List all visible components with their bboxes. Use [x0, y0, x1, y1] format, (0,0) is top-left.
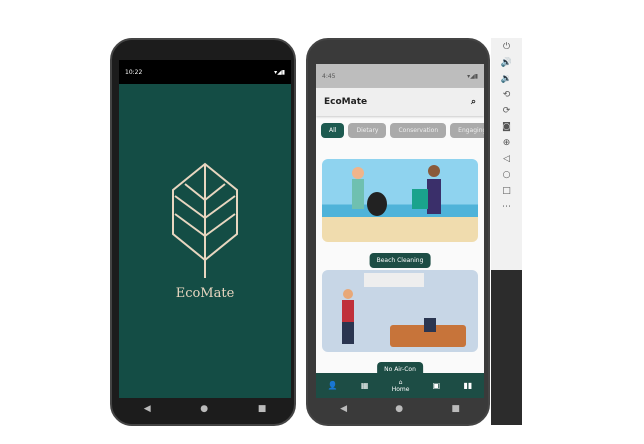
- filter-chips: All Dietary Conservation Engaging: [321, 123, 484, 138]
- power-icon[interactable]: ⏻: [503, 42, 510, 52]
- rotate-right-icon[interactable]: ⟳: [503, 106, 511, 116]
- app-phone: 4:45 ▾◢▮ EcoMate ⌕ All Dietary Conservatio…: [306, 38, 490, 426]
- beach-illustration: [352, 165, 441, 216]
- chip-engaging[interactable]: Engaging: [450, 123, 484, 138]
- camera-icon[interactable]: ◙: [502, 122, 511, 132]
- volume-down-icon[interactable]: 🔉: [501, 74, 512, 84]
- back-icon[interactable]: ◀: [340, 404, 347, 414]
- overview-icon[interactable]: □: [502, 186, 511, 196]
- bottom-nav: 👤 ▦ ⌂ Home ▣ ▮▮: [316, 373, 484, 398]
- system-nav: ◀ ● ■: [119, 398, 291, 420]
- back-icon[interactable]: ◀: [144, 404, 151, 414]
- system-nav: ◀ ● ■: [316, 398, 484, 420]
- no-aircon-image[interactable]: [322, 270, 478, 352]
- grid-icon[interactable]: ▦: [361, 381, 369, 390]
- profile-icon[interactable]: 👤: [328, 381, 338, 390]
- chip-all[interactable]: All: [321, 123, 345, 138]
- chip-conservation[interactable]: Conservation: [390, 123, 447, 138]
- status-bar: 10:22 ▾◢▮: [119, 60, 291, 84]
- search-icon[interactable]: ⌕: [471, 97, 476, 107]
- leaf-logo-icon: [172, 162, 238, 278]
- zoom-icon[interactable]: ⊕: [503, 138, 511, 148]
- chip-dietary[interactable]: Dietary: [348, 123, 387, 138]
- recents-icon[interactable]: ■: [451, 404, 460, 414]
- gallery-icon[interactable]: ▣: [433, 381, 441, 390]
- nav-home[interactable]: ⌂ Home: [392, 379, 410, 393]
- app-title: EcoMate: [324, 97, 368, 107]
- brand-name: EcoMate: [175, 286, 235, 301]
- emulator-background: [491, 270, 522, 425]
- app-screen: 4:45 ▾◢▮ EcoMate ⌕ All Dietary Conservatio…: [316, 64, 484, 398]
- beach-cleaning-image[interactable]: [322, 159, 478, 242]
- stats-icon[interactable]: ▮▮: [464, 381, 473, 390]
- home-circle-icon[interactable]: ●: [395, 404, 403, 414]
- recents-icon[interactable]: ■: [258, 404, 267, 414]
- volume-up-icon[interactable]: 🔊: [501, 58, 512, 68]
- signal-battery-icon: ▾◢▮: [467, 72, 478, 80]
- status-time: 4:45: [322, 72, 336, 80]
- signal-battery-icon: ▾◢▮: [274, 68, 285, 76]
- app-bar: EcoMate ⌕: [316, 88, 484, 116]
- home-icon[interactable]: ○: [503, 170, 511, 180]
- status-time: 10:22: [125, 68, 143, 76]
- aircon-illustration: [342, 273, 466, 347]
- emulator-toolbar: ⏻ 🔊 🔉 ⟲ ⟳ ◙ ⊕ ◁ ○ □ ⋯: [491, 38, 522, 270]
- beach-cleaning-button[interactable]: Beach Cleaning: [369, 253, 431, 268]
- back-icon[interactable]: ◁: [503, 154, 510, 164]
- more-icon[interactable]: ⋯: [502, 202, 511, 212]
- home-icon: ⌂: [398, 378, 403, 386]
- home-label: Home: [391, 385, 410, 393]
- splash-screen: 10:22 ▾◢▮ EcoMate: [119, 60, 291, 398]
- status-bar: 4:45 ▾◢▮: [316, 64, 484, 88]
- home-circle-icon[interactable]: ●: [200, 404, 208, 414]
- rotate-left-icon[interactable]: ⟲: [503, 90, 511, 100]
- logo: EcoMate: [169, 160, 241, 301]
- splash-phone: 10:22 ▾◢▮ EcoMate ◀ ● ■: [110, 38, 296, 426]
